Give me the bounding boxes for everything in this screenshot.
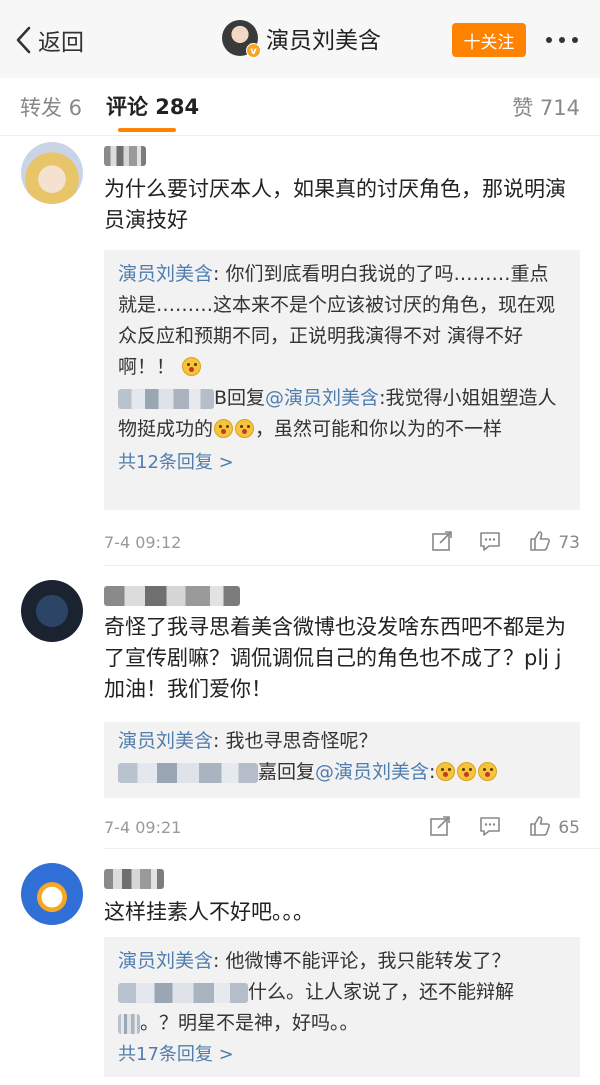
active-tab-indicator (118, 128, 176, 132)
reply-item: 演员刘美含: 我也寻思奇怪呢？ (118, 730, 378, 752)
more-options-icon[interactable] (546, 37, 578, 43)
reply-author[interactable]: 演员刘美含 (118, 730, 213, 752)
comment-time: 7-4 09:12 (104, 533, 182, 552)
reply-text: 他微博不能评论，我只能转发了？ (225, 950, 511, 972)
comment-meta: 7-4 09:21 65 (104, 814, 580, 840)
back-button[interactable]: 返回 (14, 22, 84, 58)
back-label: 返回 (38, 30, 84, 56)
follow-button[interactable]: 十关注 (452, 23, 526, 57)
comment-icon[interactable] (478, 814, 502, 838)
replier-name-blurred[interactable] (118, 762, 258, 783)
reply-mention[interactable]: @演员刘美含 (315, 761, 429, 783)
repost-icon[interactable] (428, 814, 452, 838)
flushed-emoji-icon (478, 762, 498, 781)
chevron-left-icon (16, 26, 31, 54)
view-more-replies-link[interactable]: 共12条回复 > (118, 452, 234, 473)
replier-name-blurred[interactable] (118, 982, 248, 1003)
replier-name-blurred[interactable] (118, 388, 214, 409)
comment-icon[interactable] (478, 529, 502, 553)
reply-author[interactable]: 演员刘美含 (118, 950, 213, 972)
comment-item: 这样挂素人不好吧。。。 演员刘美含: 他微博不能评论，我只能转发了？ 什么。让人… (0, 849, 600, 1085)
reply-item: B回复@演员刘美含:我觉得小姐姐塑造人物挺成功的 ，虽然可能和你以为的不一样 (118, 387, 557, 440)
author-avatar[interactable]: v (222, 20, 261, 58)
reply-box[interactable]: 演员刘美含: 你们到底看明白我说的了吗………重点就是………这本来不是个应该被讨厌… (104, 250, 580, 510)
comment-item: 为什么要讨厌本人，如果真的讨厌角色，那说明演员演技好 演员刘美含: 你们到底看明… (0, 136, 600, 566)
top-bar: 返回 v 演员刘美含 十关注 (0, 0, 600, 78)
laugh-cry-emoji-icon (235, 419, 255, 438)
comment-item: 奇怪了我寻思着美含微博也没发啥东西吧不都是为了宣传剧嘛？调侃调侃自己的角色也不成… (0, 566, 600, 848)
commenter-name-blurred[interactable] (104, 869, 164, 889)
tab-repost[interactable]: 转发 6 (20, 92, 82, 122)
like-icon[interactable] (528, 529, 552, 553)
commenter-avatar[interactable] (21, 580, 83, 642)
commenter-avatar[interactable] (21, 142, 83, 204)
commenter-avatar[interactable] (21, 863, 83, 925)
reply-text: 什么。让人家说了，还不能辩解 (248, 981, 515, 1003)
commenter-name-blurred[interactable] (104, 146, 146, 166)
reply-author[interactable]: 演员刘美含 (118, 263, 213, 285)
flushed-emoji-icon (436, 762, 456, 781)
verified-badge: v (246, 43, 261, 58)
reply-item: 嘉回复@演员刘美含: (118, 757, 566, 788)
laugh-cry-emoji-icon (214, 419, 234, 438)
like-count: 73 (558, 533, 580, 553)
view-more-replies-link[interactable]: 共17条回复 > (118, 1044, 234, 1065)
reply-item: 什么。让人家说了，还不能辩解 。？明星不是神，好吗。。 (118, 977, 566, 1039)
reply-text: 我也寻思奇怪呢？ (225, 730, 378, 752)
tab-likes[interactable]: 赞 714 (512, 92, 580, 122)
author-header[interactable]: v 演员刘美含 (222, 20, 381, 58)
reply-box[interactable]: 演员刘美含: 他微博不能评论，我只能转发了？ 什么。让人家说了，还不能辩解 。？明… (104, 937, 580, 1077)
repost-icon[interactable] (430, 529, 454, 553)
laugh-cry-emoji-icon (182, 357, 202, 376)
comment-time: 7-4 09:21 (104, 818, 182, 837)
like-count: 65 (558, 818, 580, 838)
comment-text: 这样挂素人不好吧。。。 (104, 900, 314, 924)
tab-comments[interactable]: 评论 284 (106, 91, 199, 121)
reply-box[interactable]: 演员刘美含: 我也寻思奇怪呢？ 嘉回复@演员刘美含: (104, 722, 580, 798)
reply-mention[interactable]: @演员刘美含 (265, 387, 379, 409)
comment-text: 为什么要讨厌本人，如果真的讨厌角色，那说明演员演技好 (104, 177, 566, 232)
comment-meta: 7-4 09:12 73 (104, 529, 580, 555)
tab-bar: 转发 6 评论 284 赞 714 (0, 78, 600, 136)
comment-text: 奇怪了我寻思着美含微博也没发啥东西吧不都是为了宣传剧嘛？调侃调侃自己的角色也不成… (104, 615, 566, 701)
reply-item: 演员刘美含: 你们到底看明白我说的了吗………重点就是………这本来不是个应该被讨厌… (118, 263, 556, 378)
author-name[interactable]: 演员刘美含 (266, 21, 381, 55)
flushed-emoji-icon (457, 762, 477, 781)
like-icon[interactable] (528, 814, 552, 838)
commenter-name-blurred[interactable] (104, 586, 240, 606)
reply-item: 演员刘美含: 他微博不能评论，我只能转发了？ (118, 950, 511, 972)
